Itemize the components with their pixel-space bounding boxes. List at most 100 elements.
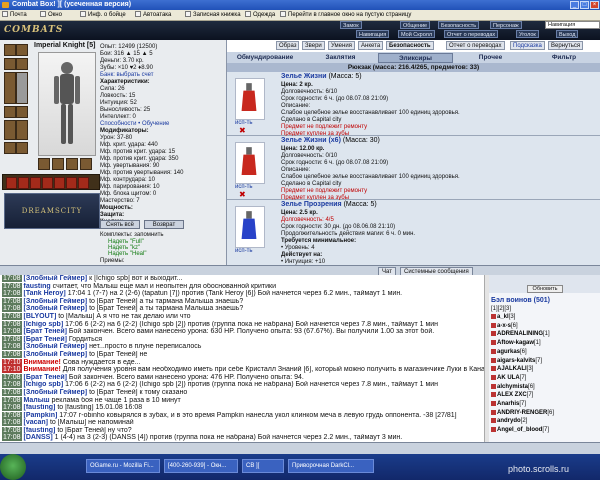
notebook-button[interactable]: Записная книжка — [185, 10, 241, 20]
boots-slot-icon[interactable] — [16, 142, 28, 154]
nav-chat[interactable]: Общение — [400, 21, 431, 29]
player-entry[interactable]: ALEX ZXC[7] — [491, 392, 533, 398]
window-button[interactable]: Окно — [40, 10, 62, 20]
skills-button[interactable]: Умения — [328, 41, 355, 50]
chat-nick[interactable]: [Tank Heroy] — [23, 290, 65, 297]
security-button[interactable]: Безопасность — [386, 41, 434, 50]
chat-nick[interactable]: [Злобный Геймер] — [23, 298, 87, 305]
navigation-field[interactable]: Навигация — [545, 21, 600, 29]
player-entry[interactable]: Aftow-kagaw[1] — [491, 340, 541, 346]
return-button[interactable]: Вернуться — [548, 41, 584, 50]
chat-time[interactable]: 17:08 — [2, 388, 22, 396]
chat-nick[interactable]: [Злобный Геймер] — [23, 275, 87, 282]
chat-nick[interactable]: [Ichigo spb] — [23, 381, 63, 388]
belt-potion-icon[interactable] — [18, 177, 29, 189]
belt-potion-icon[interactable] — [6, 177, 17, 189]
chat-nick[interactable]: [Брат Теней] — [23, 328, 66, 335]
ring3-slot-icon[interactable] — [66, 158, 78, 170]
start-button-icon[interactable] — [0, 454, 26, 480]
maximize-icon[interactable]: □ — [580, 1, 589, 9]
chat-time[interactable]: 17:08 — [2, 275, 22, 282]
chat-nick[interactable]: Малыш — [23, 397, 49, 404]
nav-my-scroll[interactable]: Мой Скролл — [398, 30, 436, 38]
chat-time[interactable]: 17:08 — [2, 426, 22, 434]
player-entry[interactable]: AJALKALI[3] — [491, 366, 533, 372]
ring1-slot-icon[interactable] — [38, 158, 50, 170]
armor-slot-icon[interactable] — [4, 72, 16, 104]
close-icon[interactable]: × — [590, 1, 599, 9]
chat-time[interactable]: 17:08 — [2, 381, 22, 389]
player-entry[interactable]: a-x-s[6] — [491, 322, 518, 329]
chat-time[interactable]: 17:08 — [2, 297, 22, 305]
tab-elixirs[interactable]: Эликсиры — [378, 53, 453, 63]
chat-time[interactable]: 17:08 — [2, 335, 22, 343]
belt-potion-icon[interactable] — [66, 177, 77, 189]
helmet-slot-icon[interactable] — [4, 44, 16, 56]
chat-nick[interactable]: [Брат Теней] — [23, 374, 66, 381]
ring2-slot-icon[interactable] — [52, 158, 64, 170]
pets-button[interactable]: Звери — [302, 41, 325, 50]
sword-slot-icon[interactable] — [16, 72, 28, 104]
weapon-slot-icon[interactable] — [16, 58, 28, 70]
nav-character[interactable]: Персонаж — [490, 21, 522, 29]
gloves-slot-icon[interactable] — [4, 120, 16, 140]
tab-other[interactable]: Прочее — [453, 53, 528, 63]
chat-time[interactable]: 17:08 — [2, 320, 22, 328]
autoattack-button[interactable]: Автоатака — [135, 10, 171, 20]
player-entry[interactable]: aigars-kalvits[7] — [491, 357, 542, 364]
hint-button[interactable]: Подсказка — [510, 41, 545, 50]
belt-potion-icon[interactable] — [30, 177, 41, 189]
set-heal-link[interactable]: Надеть "Heal" — [108, 251, 146, 257]
chat-nick[interactable]: [Злобный Геймер] — [23, 305, 87, 312]
player-entry[interactable]: Anarhis[7] — [491, 401, 526, 407]
sets-label[interactable]: Комплекты: запомнить — [100, 232, 163, 238]
player-entry[interactable]: a_kl[3] — [491, 314, 515, 320]
shield-slot-icon[interactable] — [16, 120, 28, 140]
chat-nick[interactable]: [Ichigo spb] — [23, 321, 63, 328]
chat-time[interactable]: 17:10 — [2, 366, 22, 374]
fighter-info-button[interactable]: Инф. о бойце — [80, 10, 126, 20]
nav-security[interactable]: Безопасность — [438, 21, 480, 29]
refresh-button[interactable]: Обновить — [527, 285, 563, 293]
belt-potion-icon[interactable] — [42, 177, 53, 189]
mail-button[interactable]: Почта — [2, 10, 27, 20]
chat-time[interactable]: 17:08 — [2, 312, 22, 320]
chat-time[interactable]: 17:08 — [2, 404, 22, 412]
player-entry[interactable]: Angel_of_blood[7] — [491, 427, 549, 433]
taskbar-item[interactable]: [400-260-939] - Окн... — [164, 459, 238, 473]
chat-nick[interactable]: [Pampkin] — [23, 412, 57, 419]
chat-time[interactable]: 17:08 — [2, 411, 22, 419]
chat-nick[interactable]: [Брат Теней] — [23, 336, 66, 343]
nav-transfers-report[interactable]: Отчет о переводах — [444, 30, 499, 38]
player-entry[interactable]: alchymista[6] — [491, 383, 535, 390]
player-entry[interactable]: AK ULA[7] — [491, 374, 526, 381]
chat-time[interactable]: 17:08 — [2, 282, 22, 290]
player-entry[interactable]: agurkas[6] — [491, 348, 527, 355]
chat-time[interactable]: 17:08 — [2, 290, 22, 298]
transfers-report-button[interactable]: Отчет о переводах — [446, 41, 505, 50]
belt-potion-icon[interactable] — [54, 177, 65, 189]
delete-item-icon[interactable]: ✖ — [239, 190, 246, 199]
legs-slot-icon[interactable] — [4, 142, 16, 154]
stat-line[interactable]: Способности • Обучение — [100, 121, 224, 128]
chat-nick[interactable]: Внимание! — [23, 366, 60, 373]
taskbar-item[interactable]: OGame.ru - Mozilla Fi... — [86, 459, 160, 473]
player-entry[interactable]: andrydo[2] — [491, 418, 527, 424]
profile-button[interactable]: Анкета — [358, 41, 384, 50]
chat-nick[interactable]: [Злобный Геймер] — [23, 351, 87, 358]
chat-time[interactable]: 17:08 — [2, 305, 22, 313]
taskbar-item[interactable]: Приворочная DarkCl... — [288, 459, 374, 473]
image-button[interactable]: Образ — [276, 41, 300, 50]
chat-nick[interactable]: [BLYOUT] — [23, 313, 56, 320]
ring4-slot-icon[interactable] — [80, 158, 92, 170]
nav-corner[interactable]: Уголок — [516, 30, 539, 38]
chat-time[interactable]: 17:08 — [2, 343, 22, 351]
chat-time[interactable]: 17:08 — [2, 328, 22, 336]
delete-item-icon[interactable]: ✖ — [239, 126, 246, 135]
chat-nick[interactable]: [DANSS] — [23, 434, 52, 441]
chat-nick[interactable]: fausting — [23, 283, 50, 290]
chat-time[interactable]: 17:08 — [2, 434, 22, 442]
main-window-link[interactable]: Перейти в главное окно на пустую страниц… — [280, 10, 411, 20]
earring-slot-icon[interactable] — [16, 44, 28, 56]
nav-castle[interactable]: Замок — [340, 21, 362, 29]
